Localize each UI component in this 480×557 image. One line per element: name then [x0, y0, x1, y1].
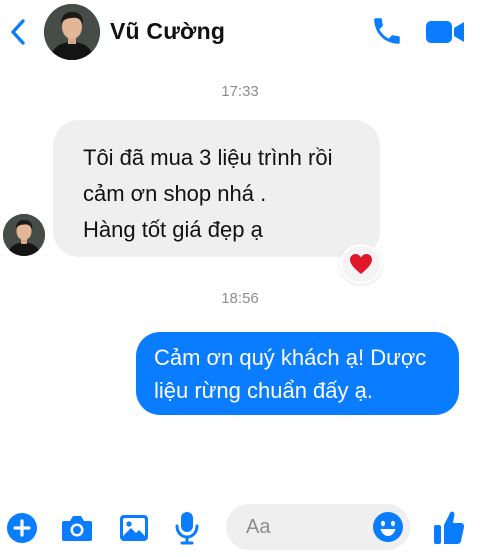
chat-header: Vũ Cường [0, 0, 480, 64]
heart-icon [350, 254, 372, 274]
outgoing-message-bubble[interactable]: Cảm ơn quý khách ạ! Dược liệu rừng chuẩn… [136, 332, 459, 415]
message-line: Cảm ơn quý khách ạ! Dược [154, 345, 427, 370]
contact-avatar[interactable] [44, 4, 100, 60]
timestamp: 18:56 [221, 290, 259, 307]
emoji-icon[interactable] [372, 511, 404, 543]
plus-circle-icon[interactable] [6, 512, 38, 549]
contact-name[interactable]: Vũ Cường [110, 18, 225, 45]
heart-reaction[interactable] [340, 244, 382, 284]
image-icon[interactable] [118, 512, 150, 549]
microphone-icon[interactable] [174, 511, 200, 550]
incoming-message-bubble[interactable]: Tôi đã mua 3 liệu trình rồi cảm ơn shop … [53, 120, 380, 257]
message-line: Tôi đã mua 3 liệu trình rồi [83, 145, 333, 170]
chevron-left-icon[interactable] [8, 16, 30, 48]
message-line: Hàng tốt giá đẹp ạ [83, 217, 263, 242]
timestamp: 17:33 [221, 83, 259, 100]
sender-avatar[interactable] [3, 214, 45, 256]
thumbs-up-icon[interactable] [432, 508, 466, 551]
message-input[interactable]: Aa [226, 504, 410, 550]
phone-icon[interactable] [370, 14, 404, 48]
message-line: liệu rừng chuẩn đấy ạ. [154, 378, 373, 403]
camera-icon[interactable] [60, 512, 94, 549]
message-input-placeholder: Aa [246, 516, 271, 538]
message-line: cảm ơn shop nhá . [83, 181, 267, 206]
video-camera-icon[interactable] [424, 16, 466, 48]
